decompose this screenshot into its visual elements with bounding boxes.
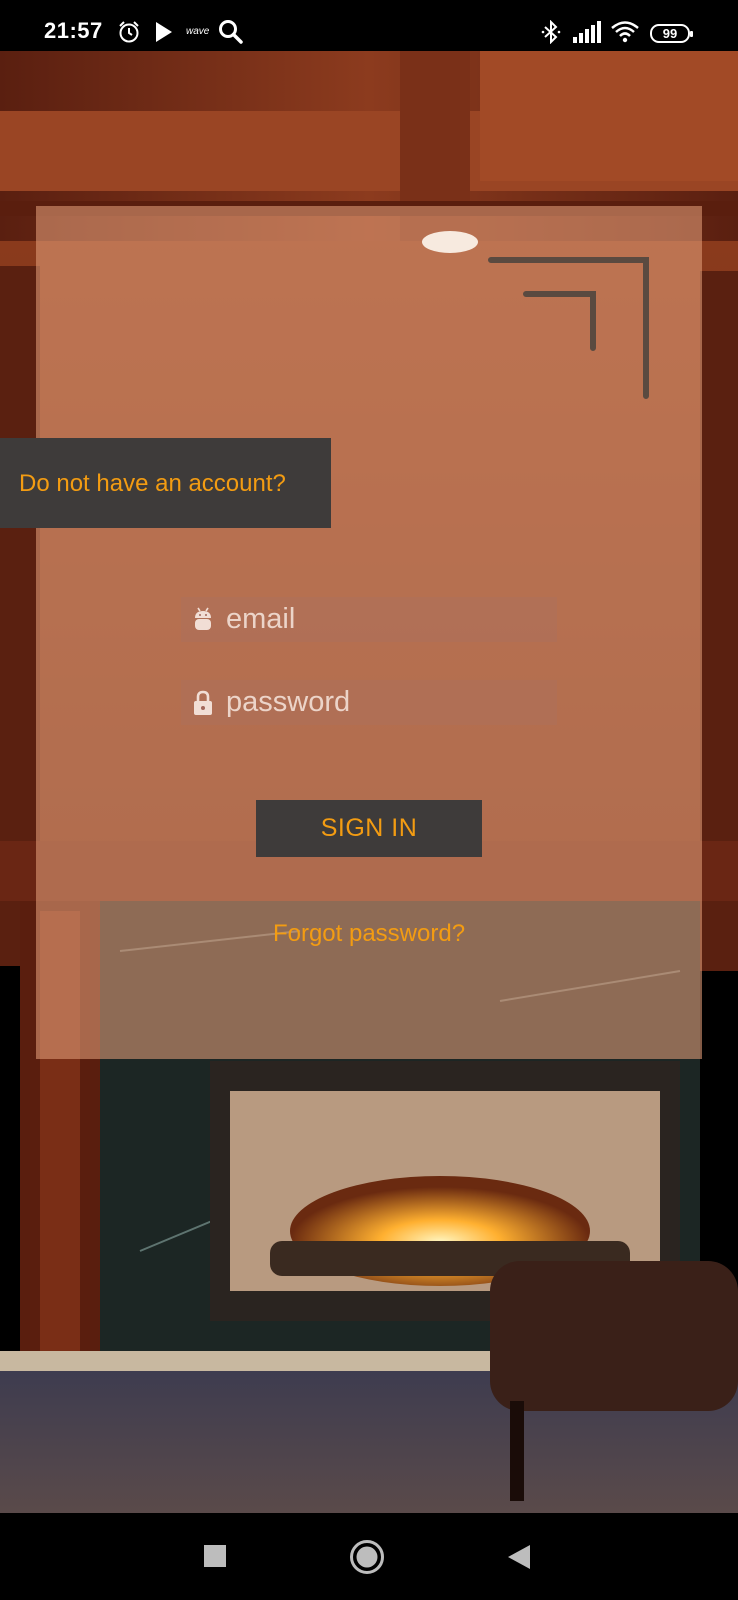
status-bar: 21:57 wave 99 (0, 0, 738, 51)
alarm-icon (117, 20, 141, 44)
android-icon (195, 607, 211, 630)
signup-prompt-banner[interactable]: Do not have an account? (0, 438, 331, 528)
email-field[interactable] (181, 597, 557, 642)
navigation-bar (0, 1513, 738, 1600)
battery-icon: 99 (650, 24, 693, 43)
wifi-icon (610, 20, 640, 44)
status-time: 21:57 (44, 18, 103, 43)
bluetooth-icon (540, 20, 562, 44)
sign-in-button[interactable]: SIGN IN (256, 800, 482, 857)
back-triangle-icon[interactable] (506, 1543, 532, 1571)
password-input[interactable] (226, 680, 546, 725)
recents-square-icon[interactable] (203, 1543, 227, 1569)
home-circle-icon[interactable] (349, 1539, 385, 1575)
wave-icon: wave (186, 26, 210, 37)
signup-prompt-text[interactable]: Do not have an account? (19, 470, 286, 498)
ceiling-light (422, 231, 478, 253)
search-icon (218, 20, 244, 44)
forgot-password-link[interactable]: Forgot password? (0, 920, 738, 948)
play-icon (154, 20, 174, 44)
signal-icon (572, 20, 602, 44)
email-input[interactable] (226, 597, 546, 642)
password-field[interactable] (181, 680, 557, 725)
lock-icon (194, 690, 212, 715)
